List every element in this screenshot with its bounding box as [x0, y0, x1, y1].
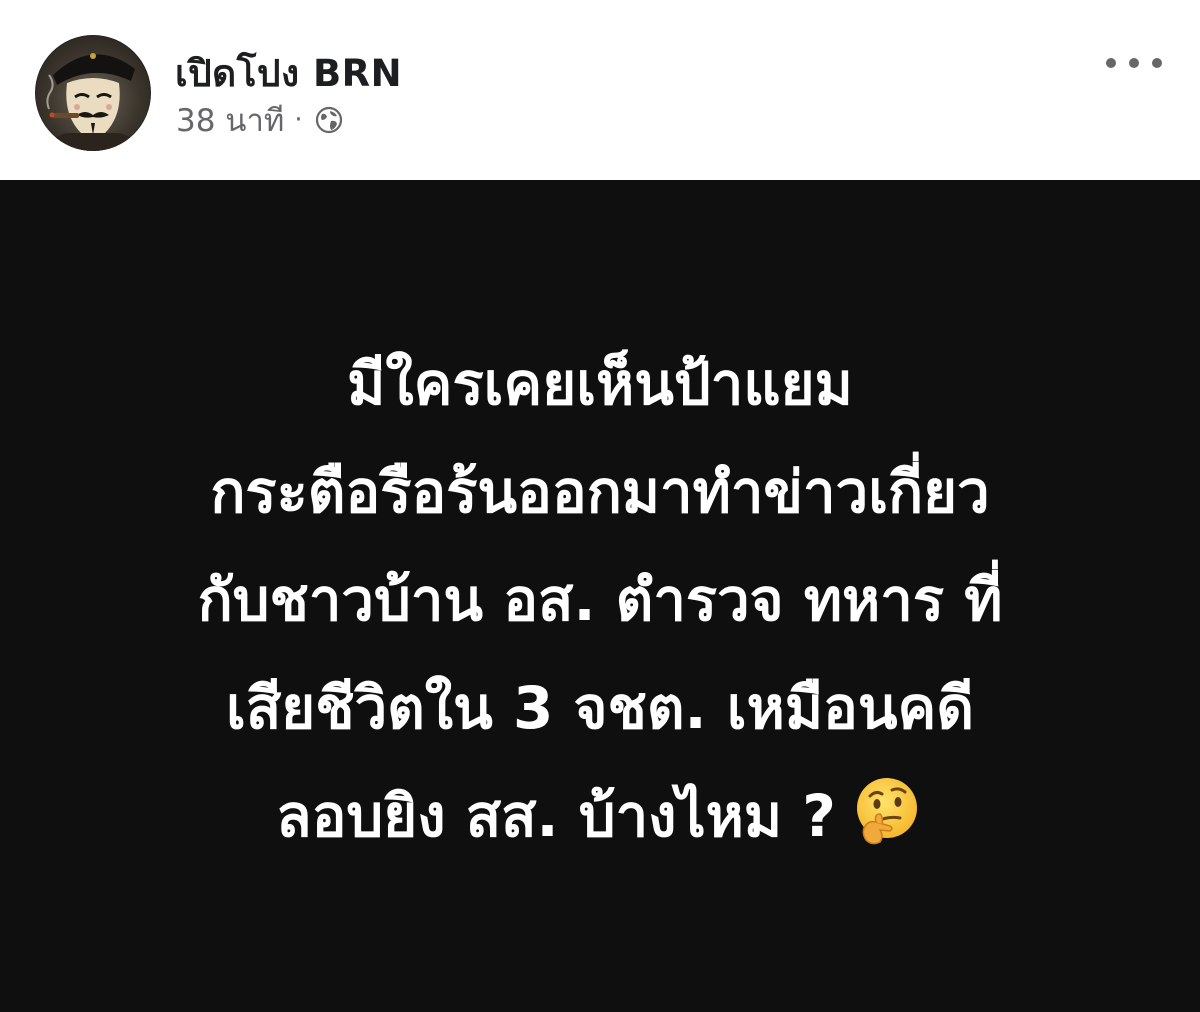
thinking-face-emoji-icon — [850, 774, 924, 848]
image-text-line: กระตือรือร้นออกมาทำข่าวเกี่ยว — [210, 458, 990, 526]
facebook-post: เปิดโปง BRN 38 นาที · มีใครเคยเห็นป้าแยม… — [0, 0, 1200, 1012]
more-horizontal-icon-dot — [1152, 58, 1162, 68]
image-text-line: มีใครเคยเห็นป้าแยม — [347, 350, 853, 418]
post-header: เปิดโปง BRN 38 นาที · — [0, 0, 1200, 180]
more-options-button[interactable] — [1106, 48, 1162, 78]
avatar-mask-icon — [45, 53, 141, 151]
meta-separator: · — [294, 105, 303, 135]
image-text-line: เสียชีวิตใน 3 จชต. เหมือนคดี — [226, 674, 974, 742]
post-meta: 38 นาที · — [176, 100, 345, 140]
image-text-line: กับชาวบ้าน อส. ตำรวจ ทหาร ที่ — [197, 566, 1003, 634]
image-text-line: ลอบยิง สส. บ้างไหม ? — [276, 782, 836, 850]
image-text-last-line: ลอบยิง สส. บ้างไหม ? — [0, 762, 1200, 870]
post-image-text: มีใครเคยเห็นป้าแยม กระตือรือร้นออกมาทำข่… — [0, 330, 1200, 870]
more-horizontal-icon-dot — [1129, 58, 1139, 68]
post-timestamp[interactable]: 38 นาที — [176, 95, 284, 145]
more-horizontal-icon — [1106, 58, 1116, 68]
author-avatar[interactable] — [35, 35, 151, 151]
globe-icon[interactable] — [313, 104, 345, 136]
